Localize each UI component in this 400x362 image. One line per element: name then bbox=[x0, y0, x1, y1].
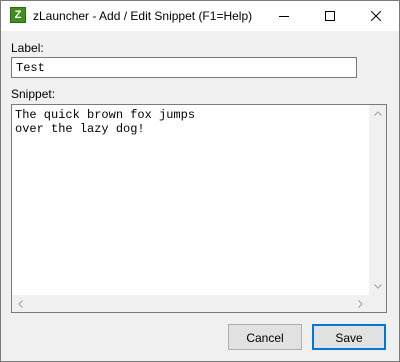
title-bar[interactable]: Z zLauncher - Add / Edit Snippet (F1=Hel… bbox=[1, 1, 399, 31]
chevron-up-icon bbox=[373, 111, 382, 116]
chevron-left-icon bbox=[18, 299, 23, 308]
chevron-down-icon bbox=[373, 284, 382, 289]
snippet-editor: The quick brown fox jumps over the lazy … bbox=[11, 104, 387, 313]
scroll-down-arrow[interactable] bbox=[369, 278, 386, 295]
label-caption: Label: bbox=[11, 41, 44, 55]
chevron-right-icon bbox=[358, 299, 363, 308]
minimize-button[interactable] bbox=[261, 1, 307, 31]
zlauncher-app-icon: Z bbox=[10, 7, 26, 23]
close-icon bbox=[371, 11, 381, 21]
cancel-button[interactable]: Cancel bbox=[228, 324, 302, 350]
vertical-scrollbar[interactable] bbox=[369, 105, 386, 295]
label-input[interactable] bbox=[11, 57, 357, 78]
dialog-window: Z zLauncher - Add / Edit Snippet (F1=Hel… bbox=[0, 0, 400, 362]
maximize-button[interactable] bbox=[307, 1, 353, 31]
maximize-icon bbox=[325, 11, 335, 21]
scroll-left-arrow[interactable] bbox=[12, 295, 29, 312]
minimize-icon bbox=[279, 16, 289, 17]
snippet-caption: Snippet: bbox=[11, 87, 56, 101]
horizontal-scrollbar[interactable] bbox=[12, 295, 369, 312]
scroll-right-arrow[interactable] bbox=[352, 295, 369, 312]
scroll-up-arrow[interactable] bbox=[369, 105, 386, 122]
save-button[interactable]: Save bbox=[312, 324, 386, 350]
window-title: zLauncher - Add / Edit Snippet (F1=Help) bbox=[33, 9, 253, 23]
close-button[interactable] bbox=[353, 1, 399, 31]
scrollbar-corner bbox=[369, 295, 386, 312]
snippet-textarea[interactable]: The quick brown fox jumps over the lazy … bbox=[15, 108, 367, 298]
